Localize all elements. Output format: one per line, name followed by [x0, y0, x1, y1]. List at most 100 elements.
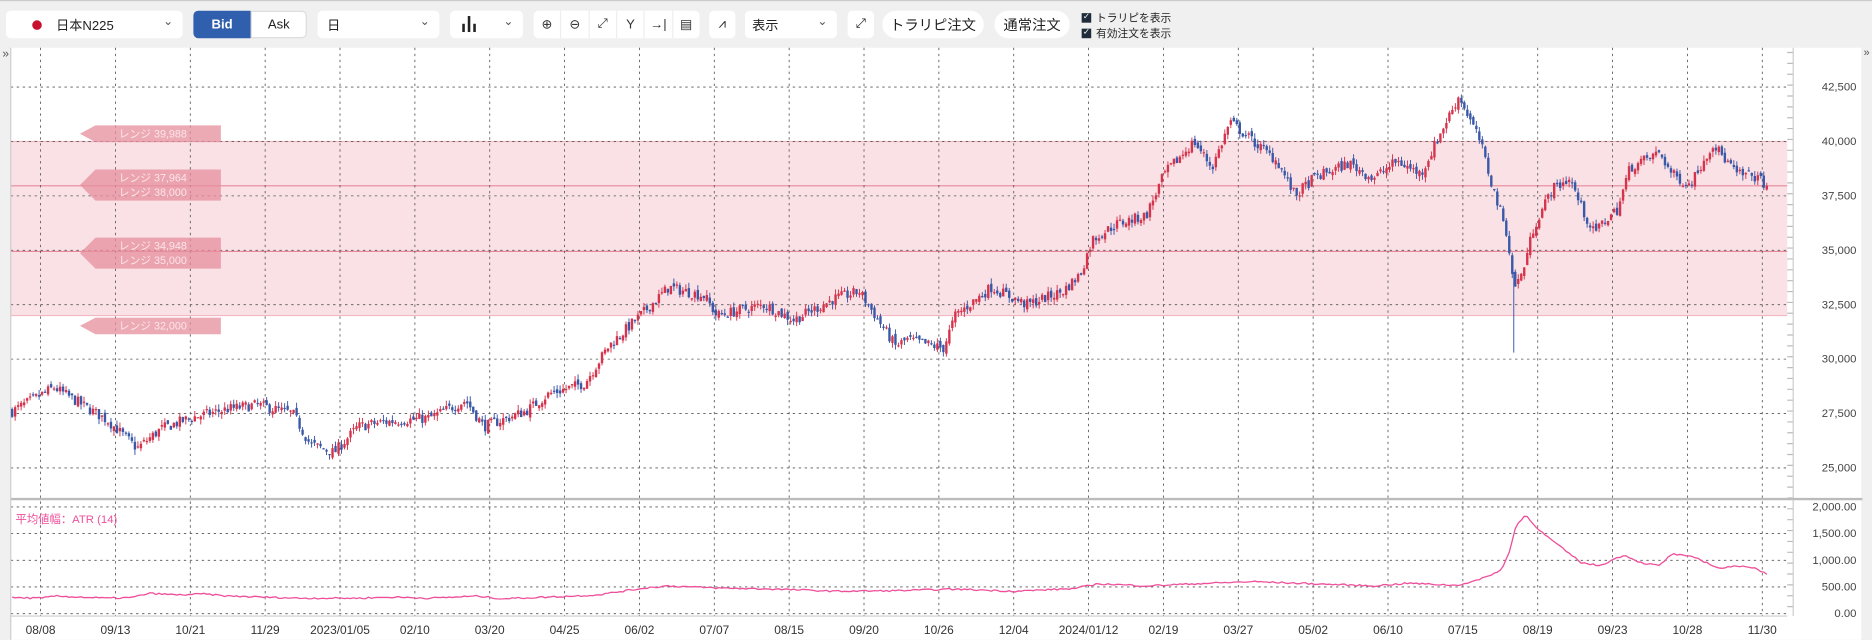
candle-down: [1690, 184, 1694, 186]
candle-down: [726, 316, 729, 318]
candle-up: [1597, 223, 1601, 229]
candle-down: [31, 394, 35, 396]
candle-down: [696, 289, 700, 300]
y-tick-label: 27,500: [1822, 408, 1857, 420]
candle-down: [130, 437, 134, 441]
candle-up: [1427, 160, 1430, 167]
candle-up: [1433, 141, 1436, 158]
candle-up: [954, 311, 957, 323]
candle-up: [795, 316, 798, 323]
candle-up: [379, 420, 382, 422]
candle-up: [777, 311, 780, 316]
candle-down: [310, 442, 313, 444]
candle-up: [34, 394, 38, 396]
price-chart[interactable]: » 42,500 40,000 37,500 35,000 32,500 30,000 27,…: [0, 0, 1872, 640]
candle-down: [1663, 156, 1667, 166]
candle-up: [1624, 178, 1628, 190]
y-tick-label: 40,000: [1822, 136, 1857, 148]
candle-down: [1256, 144, 1259, 149]
candle-down: [169, 426, 173, 430]
candle-up: [1708, 153, 1712, 160]
candle-up: [828, 300, 831, 303]
candle-down: [1370, 175, 1373, 181]
candle-up: [813, 306, 816, 311]
candle-up: [1702, 160, 1706, 171]
candle-up: [346, 438, 349, 446]
candle-up: [1529, 236, 1532, 256]
candle-up: [651, 303, 655, 312]
candle-up: [825, 303, 828, 308]
candle-up: [675, 284, 679, 286]
candle-down: [115, 425, 119, 434]
candle-up: [1103, 233, 1107, 240]
x-tick-label: 03/20: [475, 623, 505, 637]
candle-down: [1499, 205, 1502, 207]
candle-up: [591, 375, 595, 377]
candle-down: [301, 429, 304, 435]
candle-up: [549, 392, 553, 394]
candle-up: [205, 409, 208, 411]
candle-down: [1058, 289, 1062, 293]
candle-down: [558, 390, 562, 394]
candle-up: [1633, 169, 1637, 175]
candle-down: [1121, 220, 1125, 225]
candle-down: [496, 418, 499, 426]
x-tick-label: 06/10: [1373, 623, 1403, 637]
candle-up: [1544, 199, 1547, 211]
candle-up: [184, 416, 188, 420]
candle-up: [1523, 267, 1526, 276]
candle-up: [415, 417, 418, 419]
candle-up: [1618, 201, 1622, 216]
candle-down: [1361, 170, 1364, 172]
candle-up: [490, 418, 493, 421]
candle-up: [783, 313, 786, 319]
candle-up: [1097, 238, 1101, 241]
candle-up: [112, 426, 116, 432]
candle-down: [1028, 298, 1032, 302]
candle-up: [1439, 133, 1442, 143]
range-label: レンジ 35,000: [119, 255, 187, 267]
candle-down: [1490, 175, 1493, 187]
candle-up: [1418, 170, 1421, 177]
candle-up: [822, 304, 825, 313]
atr-y-tick-label: 500.00: [1822, 582, 1857, 594]
candle-down: [924, 338, 927, 344]
candle-down: [1328, 171, 1331, 174]
candle-up: [424, 415, 427, 423]
candle-up: [1337, 163, 1340, 168]
candle-up: [244, 402, 247, 405]
candle-up: [1627, 166, 1631, 180]
candle-up: [624, 324, 628, 338]
candle-up: [1430, 155, 1433, 160]
candle-up: [478, 418, 481, 423]
candle-down: [507, 417, 511, 422]
candle-up: [801, 316, 804, 322]
candle-down: [552, 390, 556, 392]
candle-down: [70, 393, 74, 396]
candle-up: [1133, 213, 1137, 224]
candle-up: [28, 396, 32, 398]
candle-up: [280, 407, 283, 411]
candle-down: [1023, 300, 1026, 308]
candle-down: [1436, 141, 1439, 144]
candle-up: [139, 443, 143, 449]
candle-down: [67, 390, 71, 396]
candle-down: [939, 341, 942, 348]
candle-up: [1014, 297, 1017, 300]
candle-down: [678, 285, 682, 295]
candle-down: [732, 307, 735, 317]
candle-down: [190, 420, 193, 423]
candle-down: [1043, 295, 1047, 303]
candle-down: [1582, 201, 1586, 218]
candle-up: [229, 404, 232, 411]
candle-down: [442, 408, 445, 410]
candle-up: [759, 304, 762, 306]
candle-down: [1678, 173, 1682, 184]
candle-down: [1346, 162, 1349, 169]
candle-down: [1319, 175, 1322, 179]
candle-down: [127, 433, 131, 437]
candle-up: [316, 443, 319, 445]
candle-up: [540, 403, 544, 407]
candle-up: [1139, 220, 1143, 224]
x-tick-label: 12/04: [999, 623, 1029, 637]
